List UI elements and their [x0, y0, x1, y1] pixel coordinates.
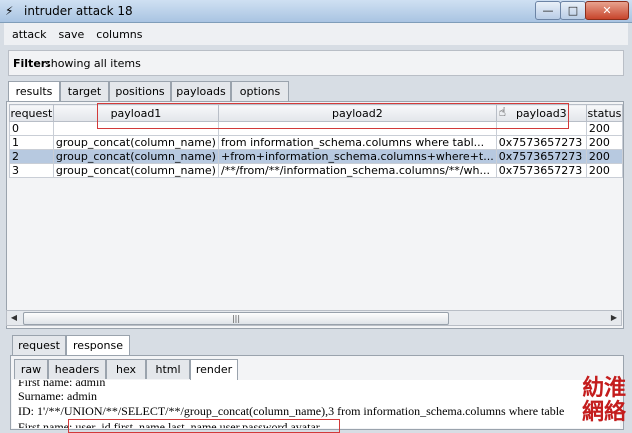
maximize-button[interactable]: □	[560, 1, 586, 20]
cell-status: 200	[585, 135, 624, 150]
menu-save[interactable]: save	[51, 23, 89, 41]
watermark-char: 網	[581, 399, 604, 425]
results-panel: request payload1 payload2 ☝ payload3 stat…	[6, 101, 624, 329]
filter-value: showing all items	[45, 57, 141, 70]
column-header-request[interactable]: request	[9, 104, 54, 122]
menu-bar: attack save columns	[4, 23, 628, 45]
app-icon: ⚡	[5, 4, 14, 18]
message-tabs: request response	[12, 335, 132, 356]
cell-payload1: group_concat(column_name)	[52, 135, 219, 150]
tab-positions[interactable]: positions	[109, 81, 171, 101]
cell-request: 1	[9, 135, 54, 150]
cell-payload2: +from+information_schema.columns+where+t…	[217, 149, 497, 164]
cell-status: 200	[585, 163, 624, 178]
cell-status: 200	[585, 149, 624, 164]
watermark-char: 淮	[604, 375, 627, 401]
window-title: intruder attack 18	[24, 4, 133, 18]
tab-headers[interactable]: headers	[48, 359, 106, 379]
table-row[interactable]: 1 group_concat(column_name) from informa…	[9, 135, 624, 150]
tab-raw[interactable]: raw	[14, 359, 48, 379]
render-line: Surname: admin	[18, 389, 97, 403]
title-bar: ⚡ intruder attack 18 — □ ✕	[0, 0, 632, 23]
cell-payload3: 0x7573657273	[495, 135, 587, 150]
cell-request: 3	[9, 163, 54, 178]
view-tabs: raw headers hex html render	[14, 359, 238, 380]
highlight-box	[97, 103, 569, 129]
cell-payload2: /**/from/**/information_schema.columns/*…	[217, 163, 497, 178]
horizontal-scrollbar[interactable]: ◀ ||| ▶	[6, 310, 622, 326]
table-row-selected[interactable]: 2 group_concat(column_name) +from+inform…	[9, 149, 624, 164]
render-line: ID: 1'/**/UNION/**/SELECT/**/group_conca…	[18, 404, 565, 418]
watermark-char: 絡	[604, 399, 627, 425]
tab-results[interactable]: results	[8, 81, 60, 102]
scroll-left-icon[interactable]: ◀	[7, 311, 21, 325]
tab-render[interactable]: render	[190, 359, 238, 380]
tab-target[interactable]: target	[60, 81, 109, 101]
filter-bar[interactable]: Filter: showing all items	[8, 50, 624, 76]
cell-payload1: group_concat(column_name)	[52, 149, 219, 164]
scroll-thumb[interactable]: |||	[23, 312, 449, 325]
watermark-logo: 糼淮 網絡	[580, 376, 628, 428]
tab-request[interactable]: request	[12, 335, 66, 355]
cell-payload3: 0x7573657273	[495, 149, 587, 164]
output-highlight-box	[68, 419, 340, 433]
tab-payloads[interactable]: payloads	[171, 81, 231, 101]
table-row[interactable]: 3 group_concat(column_name) /**/from/**/…	[9, 163, 624, 178]
cell-payload2: from information_schema.columns where ta…	[217, 135, 497, 150]
tab-html[interactable]: html	[146, 359, 190, 379]
results-tabs: results target positions payloads option…	[8, 81, 298, 102]
tab-options[interactable]: options	[231, 81, 289, 101]
cell-request: 0	[9, 121, 54, 136]
minimize-button[interactable]: —	[535, 1, 561, 20]
cell-payload3: 0x7573657273	[495, 163, 587, 178]
watermark-char: 糼	[581, 375, 604, 401]
tab-response[interactable]: response	[66, 335, 130, 356]
menu-columns[interactable]: columns	[88, 23, 146, 41]
cell-payload1: group_concat(column_name)	[52, 163, 219, 178]
scroll-right-icon[interactable]: ▶	[607, 311, 621, 325]
tab-hex[interactable]: hex	[106, 359, 146, 379]
menu-attack[interactable]: attack	[4, 23, 51, 41]
cell-request: 2	[9, 149, 54, 164]
close-button[interactable]: ✕	[585, 1, 629, 20]
column-header-status[interactable]: status	[585, 104, 624, 122]
cell-status: 200	[585, 121, 624, 136]
